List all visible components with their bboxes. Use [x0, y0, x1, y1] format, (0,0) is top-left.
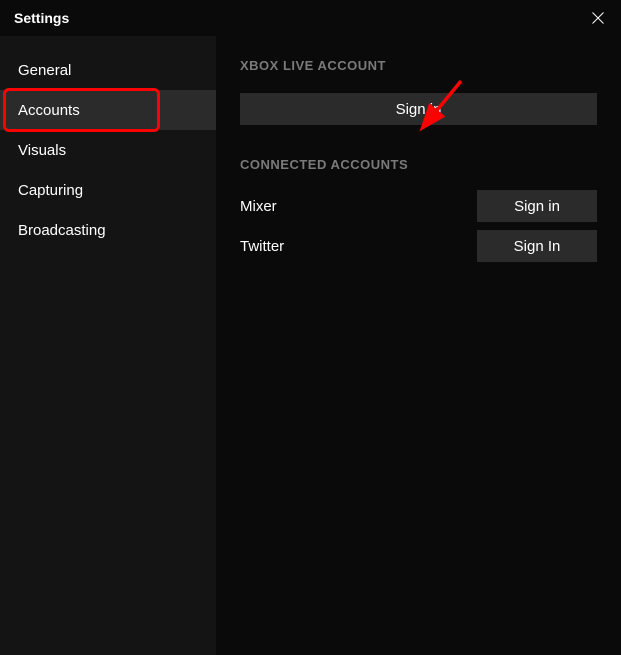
account-label: Twitter	[240, 238, 284, 255]
account-label: Mixer	[240, 198, 277, 215]
sidebar-item-general[interactable]: General	[0, 50, 216, 90]
window-title: Settings	[14, 10, 69, 26]
settings-window: Settings General Accounts Visuals Captur…	[0, 0, 621, 655]
sidebar-item-visuals[interactable]: Visuals	[0, 130, 216, 170]
sidebar-item-label: General	[18, 62, 71, 79]
twitter-signin-button[interactable]: Sign In	[477, 230, 597, 262]
sidebar-item-label: Visuals	[18, 142, 66, 159]
mixer-signin-button[interactable]: Sign in	[477, 190, 597, 222]
sidebar-item-broadcasting[interactable]: Broadcasting	[0, 210, 216, 250]
sidebar-item-capturing[interactable]: Capturing	[0, 170, 216, 210]
account-row-twitter: Twitter Sign In	[240, 226, 597, 266]
sidebar-item-label: Broadcasting	[18, 222, 106, 239]
xbox-live-header: XBOX LIVE ACCOUNT	[240, 58, 597, 73]
xbox-signin-button[interactable]: Sign in	[240, 93, 597, 125]
sidebar-item-accounts[interactable]: Accounts	[0, 90, 216, 130]
close-button[interactable]	[575, 2, 621, 34]
body: General Accounts Visuals Capturing Broad…	[0, 36, 621, 655]
sidebar-item-label: Accounts	[18, 102, 80, 119]
connected-accounts-header: CONNECTED ACCOUNTS	[240, 157, 597, 172]
account-row-mixer: Mixer Sign in	[240, 186, 597, 226]
sidebar: General Accounts Visuals Capturing Broad…	[0, 36, 216, 655]
sidebar-item-label: Capturing	[18, 182, 83, 199]
close-icon	[592, 12, 604, 24]
titlebar: Settings	[0, 0, 621, 36]
content-pane: XBOX LIVE ACCOUNT Sign in CONNECTED ACCO…	[216, 36, 621, 655]
